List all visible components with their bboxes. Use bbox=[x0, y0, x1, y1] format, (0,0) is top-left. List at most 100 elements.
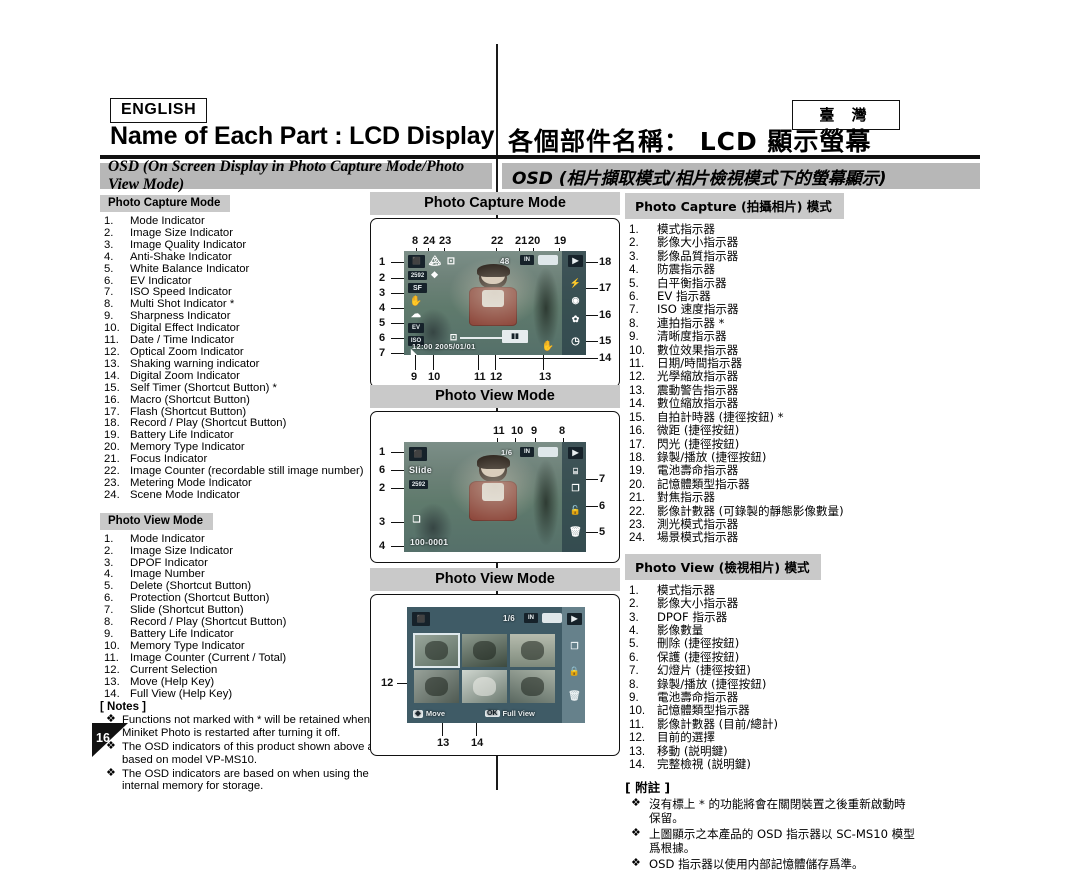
list-number: 5. bbox=[629, 637, 639, 651]
digital-zoom-indicator: ▮▮ bbox=[502, 330, 528, 343]
note-en-item: ❖ The OSD indicators are based on when us… bbox=[100, 767, 390, 793]
capture-list-zh-item: 23. 測光模式指示器 bbox=[625, 517, 915, 531]
list-label: 目前的選擇 bbox=[657, 730, 715, 745]
capture-list-zh-item: 4. 防震指示器 bbox=[625, 263, 915, 277]
protection-shortcut-icon[interactable]: 🔓 bbox=[568, 504, 583, 516]
list-number: 7. bbox=[629, 664, 639, 678]
section-chip-capture-zh: Photo Capture (拍攝相片) 模式 bbox=[625, 193, 844, 219]
list-label: 影像計數器 (目前/總計) bbox=[657, 716, 778, 731]
list-number: 13. bbox=[629, 744, 646, 758]
thumbnail-grid[interactable] bbox=[413, 632, 555, 704]
callout-6-right: 6 bbox=[599, 500, 606, 512]
callout-5: 5 bbox=[599, 526, 606, 538]
callout-8: 8 bbox=[412, 235, 419, 247]
list-label: 完整檢視 (説明鍵) bbox=[657, 757, 751, 772]
dpof-shortcut-icon[interactable]: ⌸ bbox=[568, 466, 583, 477]
thumbnail-item[interactable] bbox=[461, 669, 507, 704]
record-play-shortcut-icon[interactable]: ▶ bbox=[568, 255, 583, 267]
view-list-zh-item: 3. DPOF 指示器 bbox=[625, 610, 915, 624]
callout-2: 2 bbox=[379, 272, 386, 284]
view-list-zh-item: 7. 幻燈片 (捷徑按鈕) bbox=[625, 663, 915, 678]
red-eye-icon[interactable]: ◉ bbox=[568, 294, 583, 306]
focus-indicator-icon: ⊡ bbox=[449, 331, 458, 342]
note-bullet-icon: ❖ bbox=[106, 767, 116, 780]
list-label: 影像大小指示器 bbox=[657, 596, 739, 611]
list-number: 5. bbox=[104, 262, 114, 275]
view-list-zh-item: 1. 模式指示器 bbox=[625, 583, 915, 597]
list-number: 22. bbox=[629, 504, 646, 518]
list-label: 刪除 (捷徑按鈕) bbox=[657, 636, 740, 651]
view-list-zh-item: 9. 電池壽命指示器 bbox=[625, 690, 915, 704]
leader-line bbox=[586, 341, 598, 342]
callout-13: 13 bbox=[539, 371, 552, 383]
macro-shortcut-icon[interactable]: ✿ bbox=[568, 313, 583, 325]
list-number: 14. bbox=[104, 687, 120, 700]
thumbnail-item-selected[interactable] bbox=[413, 632, 460, 668]
lcd-screen-capture: ⬛ 2592 SF ✋ ☁ EV ISO ◣ 🏔 ⊡ ❖ 48 IN ▶ ⚡ ◉… bbox=[404, 251, 586, 355]
callout-17: 17 bbox=[599, 282, 612, 294]
image-counter-indicator: 48 bbox=[500, 257, 510, 266]
list-number: 4. bbox=[629, 623, 639, 637]
list-number: 18. bbox=[629, 450, 646, 464]
memory-type-indicator: IN bbox=[520, 255, 534, 265]
list-number: 14. bbox=[629, 758, 646, 772]
thumbnail-item[interactable] bbox=[509, 669, 555, 704]
list-label: 記憶體類型指示器 bbox=[657, 476, 750, 491]
thumbnail-item[interactable] bbox=[509, 633, 555, 667]
thumbnail-item[interactable] bbox=[414, 669, 459, 704]
view-list-chinese: 1. 模式指示器 2. 影像大小指示器 3. DPOF 指示器 4. 影像數量 5. 刪除 (捷徑… bbox=[625, 583, 915, 772]
list-number: 16. bbox=[629, 424, 646, 438]
list-label: Memory Type Indicator bbox=[130, 441, 245, 454]
callout-16: 16 bbox=[599, 309, 612, 321]
delete-shortcut-icon[interactable]: 🗑 bbox=[567, 691, 582, 703]
callout-4: 4 bbox=[379, 302, 386, 314]
list-label: 影像品質指示器 bbox=[657, 248, 739, 263]
list-label: Multi Shot Indicator * bbox=[130, 298, 235, 311]
capture-list-zh-item: 9. 清晰度指示器 bbox=[625, 330, 915, 344]
record-play-shortcut-icon[interactable]: ▶ bbox=[567, 613, 582, 625]
delete-shortcut-icon[interactable]: 🗑 bbox=[568, 527, 583, 539]
list-label: 記憶體類型指示器 bbox=[657, 703, 750, 718]
list-label: 連拍指示器 * bbox=[657, 315, 725, 330]
callout-7: 7 bbox=[599, 473, 606, 485]
list-number: 4. bbox=[104, 250, 114, 263]
callout-7: 7 bbox=[379, 347, 386, 359]
callout-13: 13 bbox=[437, 737, 450, 749]
thumbnail-item[interactable] bbox=[461, 633, 507, 667]
list-label: DPOF Indicator bbox=[130, 556, 208, 569]
white-balance-indicator-icon: ☁ bbox=[411, 309, 421, 320]
view-list-zh-item: 10. 記憶體類型指示器 bbox=[625, 703, 915, 718]
slide-shortcut-icon[interactable]: ❐ bbox=[568, 482, 583, 494]
slide-shortcut-icon[interactable]: ❐ bbox=[567, 640, 582, 652]
flash-shortcut-icon[interactable]: ⚡ bbox=[568, 277, 583, 289]
list-label: Record / Play (Shortcut Button) bbox=[130, 417, 287, 430]
list-label: Digital Zoom Indicator bbox=[130, 369, 240, 382]
leader-line bbox=[391, 546, 404, 547]
leader-line bbox=[391, 308, 404, 309]
record-play-shortcut-icon[interactable]: ▶ bbox=[568, 447, 583, 459]
protection-shortcut-icon[interactable]: 🔒 bbox=[567, 665, 582, 677]
help-key-move: ✥ Move bbox=[413, 709, 445, 718]
callout-4: 4 bbox=[379, 540, 386, 552]
list-label: ISO Speed Indicator bbox=[130, 286, 232, 299]
leader-line bbox=[391, 470, 404, 471]
note-text: 上圖顯示之本產品的 OSD 指示器以 SC-MS10 模型爲根據。 bbox=[649, 827, 915, 856]
image-number-indicator: 100-0001 bbox=[410, 537, 449, 547]
self-timer-shortcut-icon[interactable]: ◷ bbox=[568, 336, 583, 348]
subject-boy bbox=[466, 455, 521, 525]
list-label: Optical Zoom Indicator bbox=[130, 345, 244, 358]
leader-line bbox=[391, 262, 404, 263]
list-label: Mode Indicator bbox=[130, 532, 205, 545]
list-label: 移動 (説明鍵) bbox=[657, 743, 728, 758]
list-number: 10. bbox=[629, 343, 646, 357]
leader-line bbox=[391, 338, 404, 339]
ok-key-icon: OK bbox=[485, 710, 500, 718]
note-en-item: ❖ Functions not marked with * will be ret… bbox=[100, 713, 390, 739]
callout-11: 11 bbox=[493, 425, 505, 437]
list-number: 19. bbox=[629, 464, 646, 478]
list-number: 23. bbox=[629, 517, 646, 531]
list-label: Full View (Help Key) bbox=[130, 687, 233, 700]
capture-list-zh-item: 21. 對焦指示器 bbox=[625, 490, 915, 504]
list-number: 6. bbox=[629, 290, 639, 304]
multi-shot-indicator-icon: ❖ bbox=[430, 270, 439, 280]
